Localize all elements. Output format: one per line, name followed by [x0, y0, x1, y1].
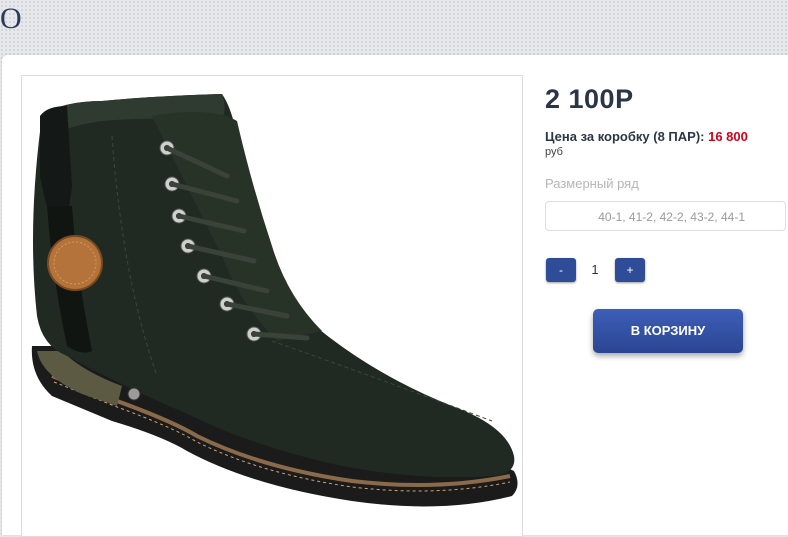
- size-range-select[interactable]: 40-1, 41-2, 42-2, 43-2, 44-1: [545, 201, 786, 231]
- size-range-label: Размерный ряд: [545, 176, 639, 191]
- quantity-increase-button[interactable]: +: [615, 258, 645, 282]
- currency-label: руб: [545, 146, 563, 158]
- boot-illustration: [31, 94, 518, 507]
- box-price-value: 16 800: [708, 129, 748, 144]
- box-price-label: Цена за коробку (8 ПАР):: [545, 129, 705, 144]
- box-price-line: Цена за коробку (8 ПАР): 16 800: [545, 129, 748, 144]
- quantity-input[interactable]: 1: [583, 258, 607, 282]
- product-price: 2 100Р: [545, 84, 634, 114]
- add-to-cart-button[interactable]: В КОРЗИНУ: [593, 309, 743, 353]
- page-title: О: [0, 2, 22, 35]
- product-image: [21, 75, 523, 537]
- quantity-decrease-button[interactable]: -: [546, 258, 576, 282]
